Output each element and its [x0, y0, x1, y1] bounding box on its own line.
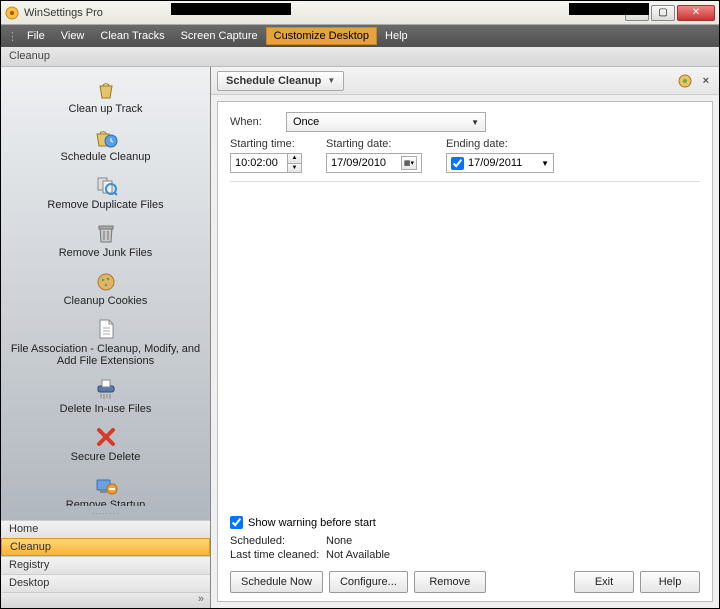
- schedule-panel: When: Once ▼ Starting time: 10:02:00: [217, 101, 713, 602]
- menu-help[interactable]: Help: [377, 27, 416, 45]
- last-cleaned-value: Not Available: [326, 549, 700, 561]
- panel-body-spacer: [230, 182, 700, 516]
- configure-button[interactable]: Configure...: [329, 571, 408, 593]
- show-warning-checkbox[interactable]: [230, 516, 243, 529]
- when-label: When:: [230, 116, 286, 128]
- sidebar-item-file-association[interactable]: File Association - Cleanup, Modify, and …: [1, 315, 210, 375]
- end-date-picker[interactable]: 17/09/2011 ▼: [446, 153, 554, 173]
- nav-expand-button[interactable]: »: [1, 592, 210, 608]
- document-icon: [7, 317, 204, 341]
- spinner-up-icon[interactable]: ▲: [288, 154, 301, 164]
- end-date-label: Ending date:: [446, 138, 554, 150]
- sidebar-item-clean-up-track[interactable]: Clean up Track: [1, 75, 210, 123]
- calendar-dropdown-icon[interactable]: ▦▾: [401, 156, 417, 170]
- start-time-label: Starting time:: [230, 138, 302, 150]
- show-warning-label: Show warning before start: [248, 517, 376, 529]
- scheduled-label: Scheduled:: [230, 535, 326, 547]
- main-panel: Schedule Cleanup ▼ × When: Once: [211, 67, 719, 608]
- sidebar-item-label: Clean up Track: [7, 103, 204, 115]
- nav-tab-registry[interactable]: Registry: [1, 556, 210, 574]
- x-delete-icon: [7, 425, 204, 449]
- sidebar-item-label: Delete In-use Files: [7, 403, 204, 415]
- redaction-bar: [171, 3, 291, 15]
- start-date-picker[interactable]: 17/09/2010 ▦▾: [326, 153, 422, 173]
- chevron-down-icon: ▼: [471, 118, 479, 127]
- end-date-value: 17/09/2011: [468, 157, 522, 169]
- sidebar-item-schedule-cleanup[interactable]: Schedule Cleanup: [1, 123, 210, 171]
- menu-view[interactable]: View: [53, 27, 93, 45]
- sidebar-item-remove-duplicate[interactable]: Remove Duplicate Files: [1, 171, 210, 219]
- start-time-spinner[interactable]: 10:02:00 ▲ ▼: [230, 153, 302, 173]
- end-date-enable-checkbox[interactable]: [451, 157, 464, 170]
- app-window: WinSettings Pro — ▢ ✕ ⋮ File View Clean …: [0, 0, 720, 609]
- bag-clock-icon: [7, 125, 204, 149]
- window-title: WinSettings Pro: [24, 7, 623, 19]
- spinner-down-icon[interactable]: ▼: [288, 164, 301, 173]
- start-time-value: 10:02:00: [235, 157, 278, 169]
- close-button[interactable]: ✕: [677, 5, 715, 21]
- sidebar-item-label: Remove Junk Files: [7, 247, 204, 259]
- sidebar: Clean up Track Schedule Cleanup Remove D…: [1, 67, 211, 608]
- duplicate-files-icon: [7, 173, 204, 197]
- sidebar-item-label: Remove Startup: [7, 499, 204, 506]
- menubar: ⋮ File View Clean Tracks Screen Capture …: [1, 25, 719, 47]
- remove-button[interactable]: Remove: [414, 571, 486, 593]
- sidebar-item-label: File Association - Cleanup, Modify, and …: [7, 343, 204, 367]
- when-value: Once: [293, 116, 319, 128]
- chevron-down-icon[interactable]: ▼: [541, 159, 549, 168]
- sidebar-item-cleanup-cookies[interactable]: Cleanup Cookies: [1, 267, 210, 315]
- titlebar: WinSettings Pro — ▢ ✕: [1, 1, 719, 25]
- menu-screen-capture[interactable]: Screen Capture: [173, 27, 266, 45]
- sidebar-resize-grip[interactable]: ∙∙∙∙∙∙∙∙: [1, 506, 210, 520]
- redaction-bar: [569, 3, 649, 15]
- nav-tab-desktop[interactable]: Desktop: [1, 574, 210, 592]
- cookie-icon: [7, 269, 204, 293]
- sidebar-item-label: Cleanup Cookies: [7, 295, 204, 307]
- start-date-value: 17/09/2010: [331, 157, 386, 169]
- nav-strip: Home Cleanup Registry Desktop »: [1, 520, 210, 608]
- chevron-down-icon: ▼: [327, 76, 335, 85]
- sidebar-item-label: Secure Delete: [7, 451, 204, 463]
- nav-tab-home[interactable]: Home: [1, 520, 210, 538]
- sidebar-item-delete-inuse[interactable]: Delete In-use Files: [1, 375, 210, 423]
- menu-clean-tracks[interactable]: Clean Tracks: [92, 27, 172, 45]
- category-header: Cleanup: [1, 47, 719, 67]
- sidebar-item-remove-startup[interactable]: Remove Startup: [1, 471, 210, 506]
- shredder-icon: [7, 377, 204, 401]
- toolbar-button-label: Schedule Cleanup: [226, 75, 321, 87]
- exit-button[interactable]: Exit: [574, 571, 634, 593]
- menu-grip-icon: ⋮: [7, 30, 15, 43]
- nav-tab-cleanup[interactable]: Cleanup: [1, 538, 210, 556]
- sidebar-item-remove-junk[interactable]: Remove Junk Files: [1, 219, 210, 267]
- schedule-now-button[interactable]: Schedule Now: [230, 571, 323, 593]
- sidebar-item-label: Remove Duplicate Files: [7, 199, 204, 211]
- toolbar: Schedule Cleanup ▼ ×: [211, 67, 719, 95]
- panel-close-button[interactable]: ×: [699, 75, 713, 87]
- start-date-label: Starting date:: [326, 138, 422, 150]
- when-select[interactable]: Once ▼: [286, 112, 486, 132]
- menu-customize-desktop[interactable]: Customize Desktop: [266, 27, 377, 45]
- sidebar-item-label: Schedule Cleanup: [7, 151, 204, 163]
- trash-icon: [7, 221, 204, 245]
- toolbar-schedule-cleanup-button[interactable]: Schedule Cleanup ▼: [217, 71, 344, 91]
- last-cleaned-label: Last time cleaned:: [230, 549, 326, 561]
- toolbar-gear-icon[interactable]: [677, 73, 693, 89]
- sidebar-item-secure-delete[interactable]: Secure Delete: [1, 423, 210, 471]
- bag-icon: [7, 77, 204, 101]
- scheduled-value: None: [326, 535, 700, 547]
- menu-file[interactable]: File: [19, 27, 53, 45]
- sidebar-list: Clean up Track Schedule Cleanup Remove D…: [1, 67, 210, 506]
- maximize-button[interactable]: ▢: [651, 5, 675, 21]
- app-icon: [5, 6, 19, 20]
- startup-remove-icon: [7, 473, 204, 497]
- help-button[interactable]: Help: [640, 571, 700, 593]
